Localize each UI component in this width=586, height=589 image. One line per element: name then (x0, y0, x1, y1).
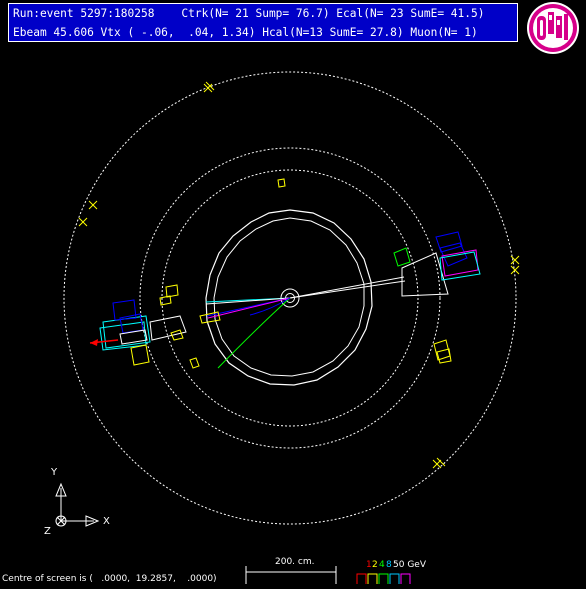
track (289, 280, 406, 299)
energy-label-2: 2 (372, 560, 378, 570)
ecal-barrel-inner (213, 217, 365, 377)
axis-gizmo (55, 482, 100, 527)
header-line-2: Ebeam 45.606 Vtx ( -.06, .04, 1.34) Hcal… (13, 26, 478, 39)
track (217, 297, 291, 369)
ecal-barrel-outer (205, 209, 373, 386)
x-axis-label: X (103, 516, 110, 527)
tracks (205, 276, 406, 369)
header-line-1: Run:event 5297:180258 Ctrk(N= 21 Sump= 7… (13, 7, 485, 20)
y-axis-label: Y (51, 467, 58, 478)
scale-bar (245, 566, 337, 584)
track (289, 276, 405, 299)
energy-label-8: 8 (386, 560, 392, 570)
energy-legend (356, 573, 411, 584)
opal-logo (527, 2, 579, 54)
energy-label-4: 4 (379, 560, 385, 570)
event-display (55, 2, 579, 584)
event-header: Run:event 5297:180258 Ctrk(N= 21 Sump= 7… (8, 3, 518, 42)
right-clusters (393, 231, 520, 364)
z-axis-label: Z (44, 526, 51, 537)
scale-label: 200. cm. (275, 557, 315, 567)
screen-centre-text: Centre of screen is ( .0000, 19.2857, .0… (2, 574, 217, 584)
left-clusters (78, 81, 446, 469)
energy-label-1: 1 (366, 560, 372, 570)
energy-label-50gev: 50 GeV (393, 560, 426, 570)
